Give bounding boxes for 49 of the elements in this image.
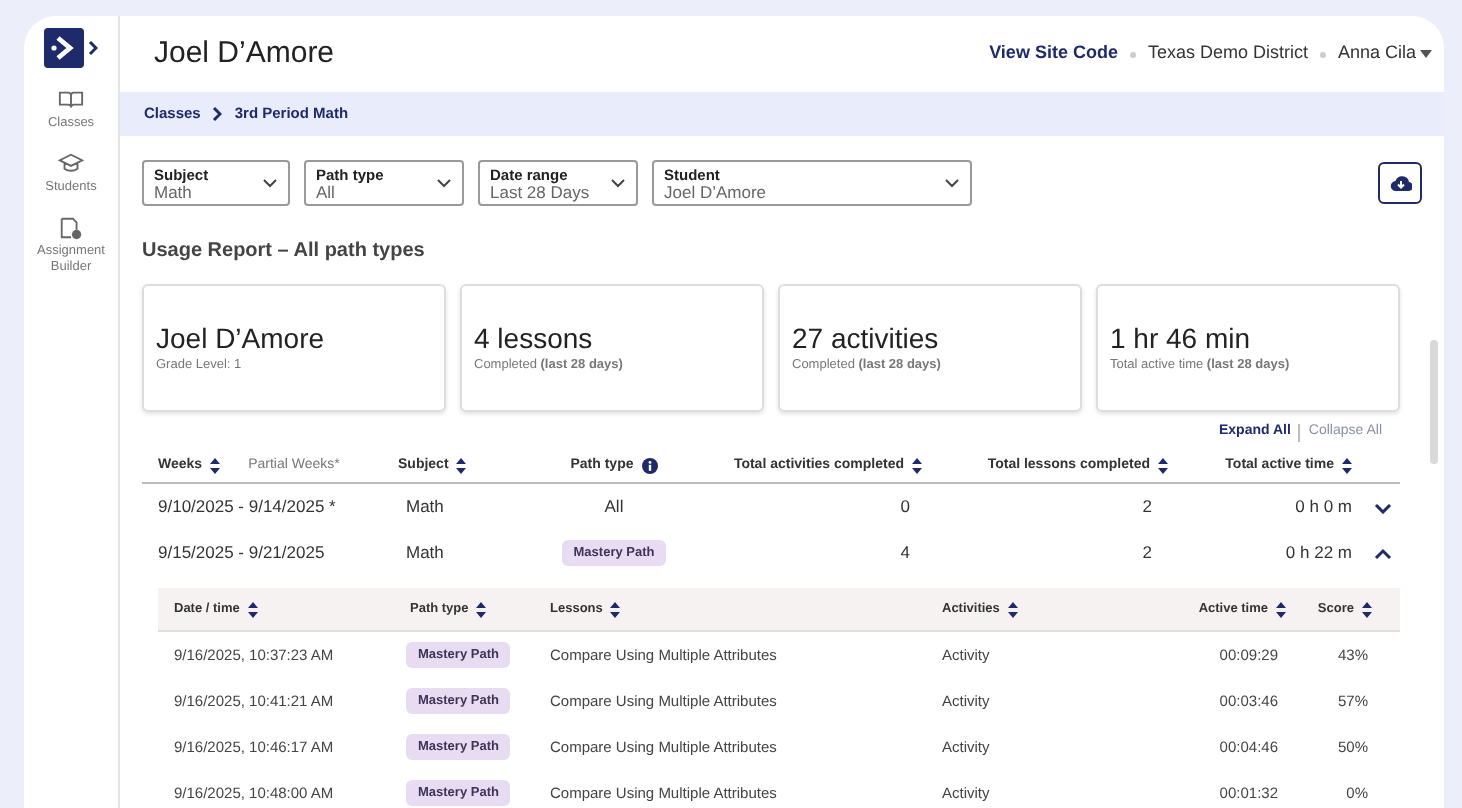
sort-icon	[456, 458, 467, 474]
card-title: Joel D’Amore	[156, 321, 327, 356]
document-icon	[58, 216, 84, 240]
table-cell-text: 0 h 0 m	[1295, 494, 1354, 520]
sort-icon	[210, 458, 221, 474]
logo-icon	[44, 28, 84, 68]
table-cell-text: 4	[900, 540, 912, 566]
chevron-down-icon	[262, 178, 278, 188]
chevron-right-icon	[212, 106, 223, 122]
table-cell-text: 9/15/2025 - 9/21/2025	[156, 540, 327, 566]
view-site-code-link[interactable]: View Site Code	[989, 40, 1118, 68]
cloud-download-icon	[1389, 174, 1411, 192]
card-title: 27 activities	[792, 321, 941, 356]
sort-icon	[1158, 458, 1168, 474]
sort-icon	[912, 458, 922, 474]
table-cell-text: 2	[1142, 540, 1154, 566]
sort-icon	[247, 601, 258, 617]
sort-icon	[610, 601, 621, 617]
graduation-cap-icon	[58, 152, 84, 176]
chevron-down-icon	[610, 178, 626, 188]
sort-icon	[1342, 458, 1352, 474]
district-name: Texas Demo District	[1147, 40, 1308, 67]
table-cell-text: 2	[1142, 494, 1154, 520]
table-cell-text: 0	[900, 494, 912, 520]
book-icon	[58, 88, 84, 112]
table-cell-text: 0 h 22 m	[1285, 540, 1354, 566]
page-title: Joel D’Amore	[154, 33, 335, 74]
table-cell-text: Math	[404, 494, 446, 520]
report-title: Usage Report – All path types	[142, 238, 427, 266]
sort-icon	[1362, 601, 1372, 617]
info-icon	[641, 458, 658, 474]
card-title: 1 hr 46 min	[1110, 321, 1253, 356]
sort-icon	[476, 601, 487, 617]
sort-icon	[1276, 601, 1286, 617]
chevron-down-icon	[944, 178, 960, 188]
chevron-right-icon	[88, 40, 98, 56]
table-cell-text: 9/10/2025 - 9/14/2025 *	[156, 494, 338, 520]
caret-down-icon	[1420, 50, 1432, 58]
chevron-down-icon	[1374, 501, 1392, 513]
app-logo[interactable]	[44, 28, 98, 68]
scrollbar[interactable]	[1430, 340, 1438, 464]
table-cell: All	[604, 494, 624, 520]
sort-icon	[1007, 601, 1018, 617]
chevron-down-icon	[436, 178, 452, 188]
chevron-up-icon	[1374, 547, 1392, 559]
card-title: 4 lessons	[474, 321, 595, 356]
download-button[interactable]	[1378, 162, 1422, 204]
user-menu[interactable]: Anna Cila	[1337, 40, 1432, 68]
table-cell-text: Math	[404, 540, 446, 566]
